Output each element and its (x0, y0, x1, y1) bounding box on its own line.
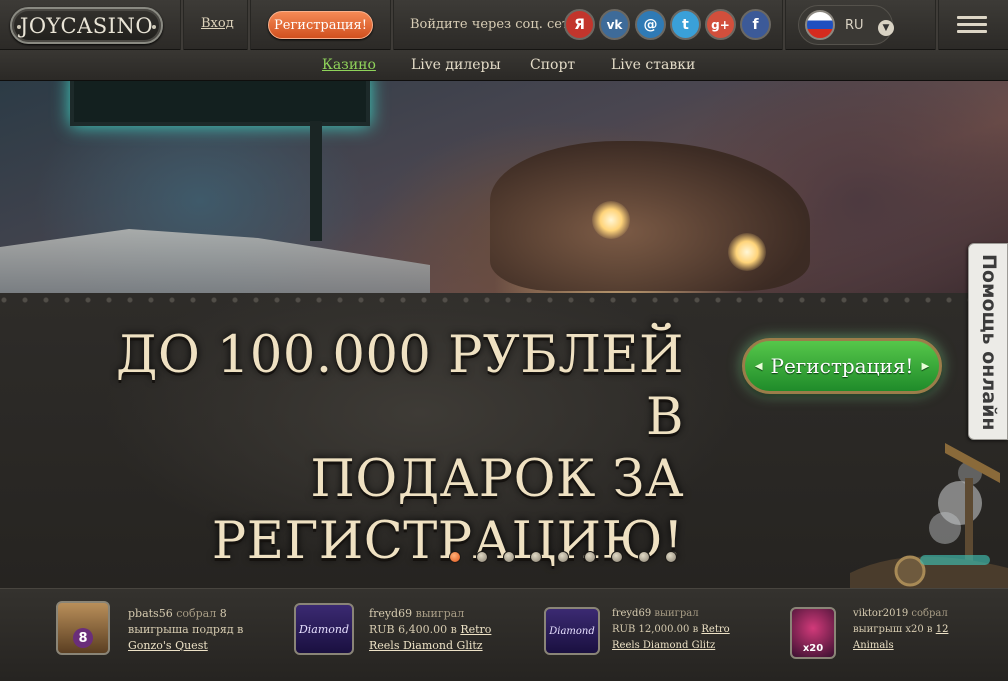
promo-register-label: Регистрация! (770, 354, 914, 378)
help-tab-label: Помощь онлайн (978, 254, 1000, 431)
game-thumbnail[interactable]: Diamond (294, 603, 354, 655)
winner-text: freyd69 выиграл RUB 12,000.00 в Retro Re… (612, 606, 742, 654)
winner-text: pbats56 собрал 8 выигрыша подряд в Gonzo… (128, 606, 258, 654)
rock-illustration (0, 229, 430, 293)
winner-action: выиграл (415, 607, 465, 620)
winner-desc: выигрыша подряд в (128, 623, 244, 636)
divider (390, 0, 394, 50)
game-thumbnail[interactable]: x20 (790, 607, 836, 659)
divider (180, 0, 184, 50)
winner-text: viktor2019 собрал выигрыш x20 в 12 Anima… (853, 606, 983, 654)
promo-line: ПОДАРОК ЗА (310, 450, 684, 509)
winners-strip: 8 pbats56 собрал 8 выигрыша подряд в Gon… (0, 588, 1008, 681)
winner-action: выиграл (654, 608, 699, 619)
sign-post-illustration (310, 121, 322, 241)
yandex-icon[interactable]: Я (564, 9, 595, 40)
menu-icon[interactable] (957, 16, 987, 34)
login-link[interactable]: Вход (201, 16, 234, 31)
neon-sign-illustration (70, 81, 370, 126)
promo-line: РЕГИСТРАЦИЮ! (211, 512, 684, 571)
winner-item: x20 viktor2019 собрал выигрыш x20 в 12 A… (760, 589, 1008, 681)
winner-user: pbats56 (128, 607, 173, 620)
divider (247, 0, 251, 50)
slider-dot[interactable] (557, 551, 569, 563)
winner-text: freyd69 выиграл RUB 6,400.00 в Retro Ree… (369, 606, 499, 654)
promo-headline: ДО 100.000 РУБЛЕЙ В ПОДАРОК ЗА РЕГИСТРАЦ… (64, 325, 684, 573)
divider (935, 0, 939, 50)
slider-dot[interactable] (503, 551, 515, 563)
slider-dot[interactable] (449, 551, 461, 563)
language-selector[interactable]: RU ▼ (798, 5, 894, 45)
winner-amount: 8 (219, 607, 227, 620)
game-thumbnail[interactable]: Diamond (544, 607, 600, 655)
winner-action: собрал (176, 607, 217, 620)
headlight-illustration (728, 233, 766, 271)
main-nav: Казино Live дилеры Спорт Live ставки (0, 50, 1008, 81)
logo-dot-left (17, 25, 21, 29)
winner-user: freyd69 (369, 607, 413, 620)
joycasino-logo[interactable]: JOYCASINO (10, 7, 163, 44)
rounds-badge: 8 (73, 628, 93, 648)
divider (782, 0, 786, 50)
winner-desc: в (692, 624, 699, 635)
thumb-label: Diamond (549, 625, 595, 637)
promo-register-button[interactable]: ◀ Регистрация! ▶ (742, 338, 942, 394)
winner-action: собрал (911, 608, 948, 619)
language-code: RU (845, 18, 864, 33)
winner-user: freyd69 (612, 608, 652, 619)
social-login-label: Войдите через соц. сети: (410, 17, 583, 32)
winner-item: 8 pbats56 собрал 8 выигрыша подряд в Gon… (0, 589, 260, 681)
nav-casino[interactable]: Казино (322, 57, 376, 73)
game-thumbnail[interactable]: 8 (56, 601, 110, 655)
rivet-strip (0, 296, 1008, 304)
slider-dot[interactable] (530, 551, 542, 563)
winner-item: Diamond freyd69 выиграл RUB 6,400.00 в R… (260, 589, 510, 681)
register-button[interactable]: Регистрация! (268, 11, 373, 39)
arrow-right-icon: ▶ (921, 360, 930, 372)
mail-icon[interactable]: @ (635, 9, 666, 40)
online-help-tab[interactable]: Помощь онлайн (968, 243, 1008, 440)
steampunk-pipes-illustration (850, 443, 1008, 588)
winner-amount: RUB 12,000.00 (612, 624, 690, 635)
winner-item: Diamond freyd69 выиграл RUB 12,000.00 в … (510, 589, 760, 681)
twitter-icon[interactable]: t (670, 9, 701, 40)
top-bar: JOYCASINO Вход Регистрация! Войдите чере… (0, 0, 1008, 50)
nav-live-dealers[interactable]: Live дилеры (411, 57, 501, 73)
slider-dot[interactable] (584, 551, 596, 563)
arrow-left-icon: ◀ (754, 360, 763, 372)
logo-text: JOYCASINO (19, 13, 154, 38)
logo-dot-right (152, 25, 156, 29)
winner-amount: RUB 6,400.00 (369, 623, 448, 636)
facebook-icon[interactable]: f (740, 9, 771, 40)
winner-desc: выигрыш x20 в (853, 624, 933, 635)
slider-dot[interactable] (611, 551, 623, 563)
car-illustration (490, 141, 810, 291)
slider-dot[interactable] (638, 551, 650, 563)
promo-line: ДО 100.000 РУБЛЕЙ В (115, 326, 684, 447)
nav-sport[interactable]: Спорт (530, 57, 575, 73)
slider-dot[interactable] (476, 551, 488, 563)
vk-icon[interactable]: vk (599, 9, 630, 40)
thumb-label: Diamond (298, 622, 350, 636)
headlight-illustration (592, 201, 630, 239)
hero-banner-image (0, 81, 1008, 293)
promo-section: ДО 100.000 РУБЛЕЙ В ПОДАРОК ЗА РЕГИСТРАЦ… (0, 293, 1008, 588)
winner-desc: в (450, 623, 457, 636)
russia-flag-icon (805, 10, 835, 40)
google-plus-icon[interactable]: g+ (705, 9, 736, 40)
chevron-down-icon: ▼ (878, 20, 894, 36)
nav-live-bets[interactable]: Live ставки (611, 57, 695, 73)
game-link[interactable]: Gonzo's Quest (128, 639, 208, 652)
winner-user: viktor2019 (853, 608, 909, 619)
slider-dot[interactable] (665, 551, 677, 563)
multiplier-badge: x20 (802, 642, 824, 654)
